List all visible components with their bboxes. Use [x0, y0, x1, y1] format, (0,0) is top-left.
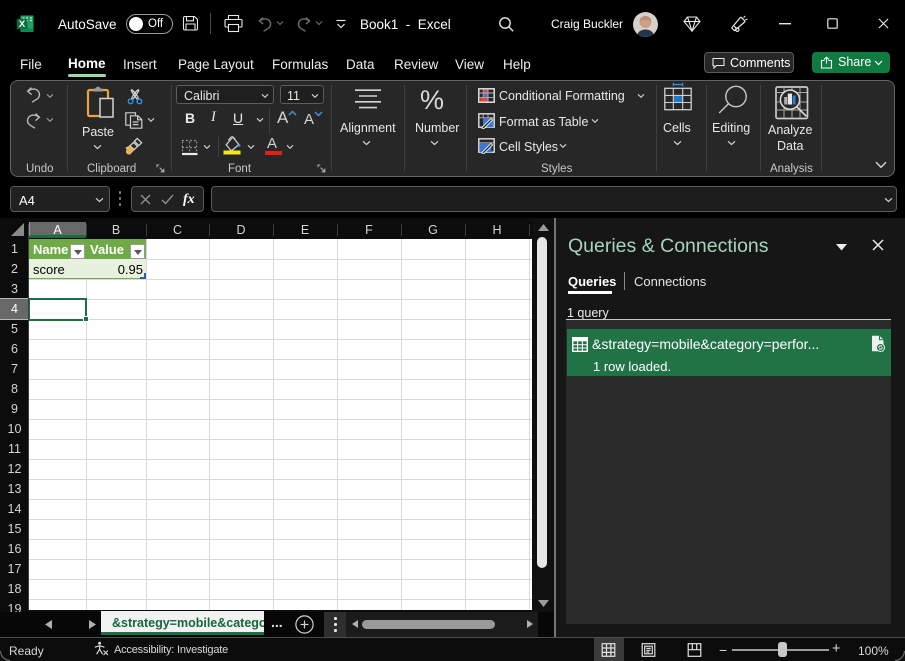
- svg-text:X: X: [19, 19, 26, 30]
